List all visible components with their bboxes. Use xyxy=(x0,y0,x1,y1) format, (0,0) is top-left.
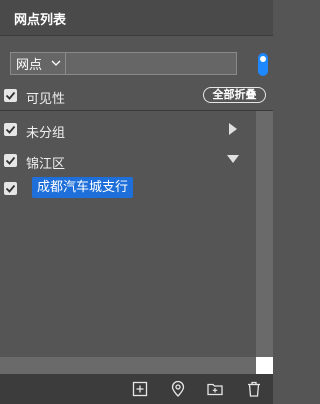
tree-item-branch[interactable]: 成都汽车城支行 xyxy=(0,177,256,201)
network-list-panel: 网点列表 网点 可见性 全部折叠 未分组 锦江区 成都汽车城支行 xyxy=(0,0,273,404)
tree-item-ungrouped[interactable]: 未分组 xyxy=(0,119,256,143)
collapse-all-button[interactable]: 全部折叠 xyxy=(203,87,266,103)
tree-item-label: 未分组 xyxy=(26,126,66,141)
visibility-label: 可见性 xyxy=(26,92,66,107)
tree-item-checkbox[interactable] xyxy=(4,154,17,167)
horizontal-scrollbar[interactable] xyxy=(0,357,256,374)
scroll-corner xyxy=(256,357,273,374)
tree-item-checkbox[interactable] xyxy=(4,123,17,136)
chevron-down-icon xyxy=(51,60,61,66)
check-icon xyxy=(5,156,16,165)
expand-arrow-down-icon[interactable] xyxy=(226,154,240,164)
add-icon[interactable] xyxy=(131,380,149,398)
vertical-scrollbar[interactable] xyxy=(256,111,273,357)
check-icon xyxy=(5,184,16,193)
tree-item-label-selected[interactable]: 成都汽车城支行 xyxy=(32,177,134,198)
tree-item-label: 锦江区 xyxy=(26,157,66,172)
visibility-row: 可见性 全部折叠 xyxy=(0,84,273,111)
tree-item-checkbox[interactable] xyxy=(4,182,17,195)
tree-item-jinjiang[interactable]: 锦江区 xyxy=(0,150,256,174)
location-pin-icon[interactable] xyxy=(169,380,187,398)
check-icon xyxy=(5,125,16,134)
add-folder-icon[interactable] xyxy=(206,380,224,398)
delete-icon[interactable] xyxy=(245,380,263,398)
type-select[interactable]: 网点 xyxy=(11,53,66,74)
type-select-label: 网点 xyxy=(16,58,43,73)
search-input[interactable] xyxy=(66,53,236,74)
expand-arrow-right-icon[interactable] xyxy=(228,122,238,136)
tree-view: 未分组 锦江区 成都汽车城支行 xyxy=(0,111,256,357)
panel-title: 网点列表 xyxy=(14,13,67,28)
visibility-checkbox[interactable] xyxy=(4,89,17,102)
panel-header: 网点列表 xyxy=(0,0,273,36)
toggle-switch[interactable] xyxy=(258,53,268,76)
check-icon xyxy=(5,91,16,100)
filter-bar: 网点 xyxy=(10,52,237,75)
toggle-knob xyxy=(260,56,266,62)
footer-toolbar xyxy=(0,374,273,404)
